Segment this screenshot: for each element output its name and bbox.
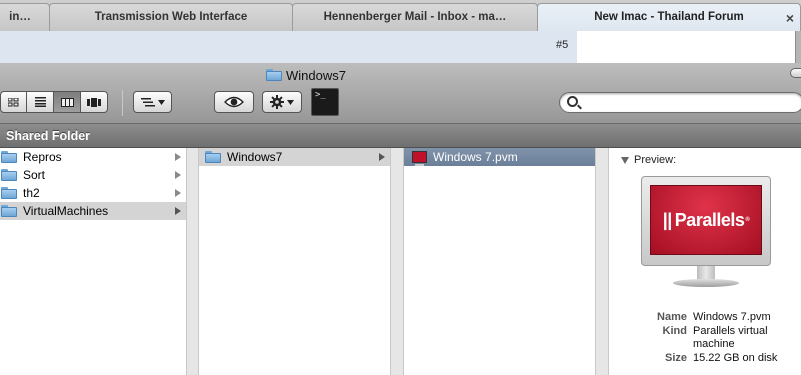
preview-label: Preview: bbox=[634, 154, 677, 166]
column-resize-handle[interactable] bbox=[186, 148, 199, 375]
browser-column-2[interactable]: Windows7 bbox=[199, 148, 390, 375]
disclosure-triangle-icon bbox=[621, 156, 629, 164]
browser-tab-1[interactable]: in… bbox=[0, 3, 50, 31]
browser-tab-3[interactable]: Hennenberger Mail - Inbox - ma… bbox=[292, 3, 538, 31]
browser-tab-3-label: Hennenberger Mail - Inbox - ma… bbox=[323, 11, 507, 23]
file-row-windows7-pvm[interactable]: Windows 7.pvm bbox=[404, 148, 595, 166]
info-key: Name bbox=[657, 311, 687, 323]
arrange-icon bbox=[140, 97, 155, 106]
folder-row-virtualmachines[interactable]: VirtualMachines bbox=[0, 202, 186, 220]
icon-view-icon bbox=[8, 97, 19, 106]
browser-tab-4-label: New Imac - Thailand Forum bbox=[594, 11, 744, 23]
folder-icon bbox=[1, 151, 17, 163]
column-view-icon bbox=[60, 97, 74, 107]
folder-icon bbox=[205, 151, 221, 163]
search-field[interactable] bbox=[559, 92, 801, 113]
file-info: Name Windows 7.pvm Kind Parallels virtua… bbox=[609, 311, 801, 365]
post-number[interactable]: #5 bbox=[556, 39, 568, 51]
folder-row-repros[interactable]: Repros bbox=[0, 148, 186, 166]
info-key: Size bbox=[664, 351, 687, 364]
folder-icon bbox=[1, 169, 17, 181]
info-row-size: Size 15.22 GB on disk bbox=[609, 352, 801, 366]
terminal-icon[interactable]: >_ bbox=[311, 88, 339, 116]
folder-name: Windows7 bbox=[227, 150, 283, 164]
browser-tab-1-label: in… bbox=[9, 11, 31, 23]
folder-name: th2 bbox=[23, 186, 40, 200]
chevron-down-icon bbox=[157, 99, 165, 105]
info-key: Kind bbox=[662, 324, 687, 337]
web-page-content bbox=[577, 31, 795, 63]
folder-name: VirtualMachines bbox=[23, 204, 109, 218]
browser-tab-4[interactable]: New Imac - Thailand Forum × bbox=[537, 3, 801, 32]
monitor-frame: || Parallels ® bbox=[641, 176, 771, 266]
tab-close-icon[interactable]: × bbox=[786, 5, 794, 31]
column-resize-handle[interactable] bbox=[390, 148, 404, 375]
quick-look-button[interactable] bbox=[214, 91, 254, 113]
coverflow-view-button[interactable] bbox=[81, 91, 108, 113]
disclosure-arrow-icon bbox=[175, 207, 181, 215]
column-resize-handle[interactable] bbox=[595, 148, 609, 375]
browser-column-3[interactable]: Windows 7.pvm bbox=[404, 148, 595, 375]
folder-name: Sort bbox=[23, 168, 46, 182]
browser-tab-2-label: Transmission Web Interface bbox=[94, 11, 248, 23]
info-value: Windows 7.pvm bbox=[693, 311, 771, 323]
folder-icon bbox=[1, 187, 17, 199]
parallels-logo: || Parallels ® bbox=[650, 185, 762, 255]
trademark-symbol: ® bbox=[745, 217, 750, 223]
preview-column: Preview: || Parallels ® Name Windows 7.p… bbox=[609, 148, 801, 375]
folder-row-sort[interactable]: Sort bbox=[0, 166, 186, 184]
icon-view-button[interactable] bbox=[0, 91, 27, 113]
file-name: Windows 7.pvm bbox=[433, 150, 518, 164]
window-title: Windows7 bbox=[266, 66, 346, 84]
web-page-background: #5 bbox=[0, 31, 801, 63]
arrange-button[interactable] bbox=[133, 91, 172, 113]
search-icon bbox=[567, 96, 578, 107]
toolbar-toggle-button[interactable] bbox=[790, 68, 801, 78]
browser-tab-2[interactable]: Transmission Web Interface bbox=[49, 3, 293, 31]
folder-row-windows7[interactable]: Windows7 bbox=[199, 148, 390, 166]
preview-thumbnail: || Parallels ® bbox=[641, 176, 771, 290]
gear-icon bbox=[270, 95, 284, 109]
folder-icon bbox=[1, 205, 17, 217]
info-row-name: Name Windows 7.pvm bbox=[609, 311, 801, 325]
toolbar-separator bbox=[122, 90, 123, 116]
folder-name: Repros bbox=[23, 150, 62, 164]
window-title-text: Windows7 bbox=[286, 67, 346, 83]
folder-row-th2[interactable]: th2 bbox=[0, 184, 186, 202]
info-value: Parallels virtual machine bbox=[693, 324, 768, 351]
column-view-button[interactable] bbox=[54, 91, 81, 113]
preview-header[interactable]: Preview: bbox=[621, 154, 676, 166]
parallels-vm-icon bbox=[412, 151, 427, 166]
info-value: 15.22 GB on disk bbox=[693, 351, 778, 364]
folder-icon bbox=[266, 69, 282, 81]
monitor-stand bbox=[697, 266, 715, 280]
info-row-kind: Kind Parallels virtual machine bbox=[609, 325, 801, 352]
list-view-button[interactable] bbox=[27, 91, 54, 113]
disclosure-arrow-icon bbox=[175, 189, 181, 197]
coverflow-view-icon bbox=[87, 97, 101, 107]
eye-icon bbox=[224, 96, 244, 108]
list-view-icon bbox=[34, 97, 46, 107]
parallels-logo-text: Parallels bbox=[674, 209, 745, 230]
finder-toolbar: Windows7 >_ bbox=[0, 63, 801, 124]
view-switcher bbox=[0, 91, 108, 113]
disclosure-arrow-icon bbox=[175, 171, 181, 179]
disclosure-arrow-icon bbox=[175, 153, 181, 161]
search-input[interactable] bbox=[584, 95, 784, 110]
page-scrollbar[interactable] bbox=[795, 31, 801, 63]
disclosure-arrow-icon bbox=[379, 153, 385, 161]
monitor-base bbox=[673, 279, 739, 287]
parallels-logo-mark: || bbox=[662, 209, 673, 230]
browser-tab-strip: in… Transmission Web Interface Hennenber… bbox=[0, 0, 801, 32]
action-menu-button[interactable] bbox=[262, 91, 302, 113]
browser-column-1[interactable]: Repros Sort th2 VirtualMachines bbox=[0, 148, 186, 375]
shared-folder-header: Shared Folder bbox=[0, 124, 801, 148]
chevron-down-icon bbox=[287, 99, 294, 105]
